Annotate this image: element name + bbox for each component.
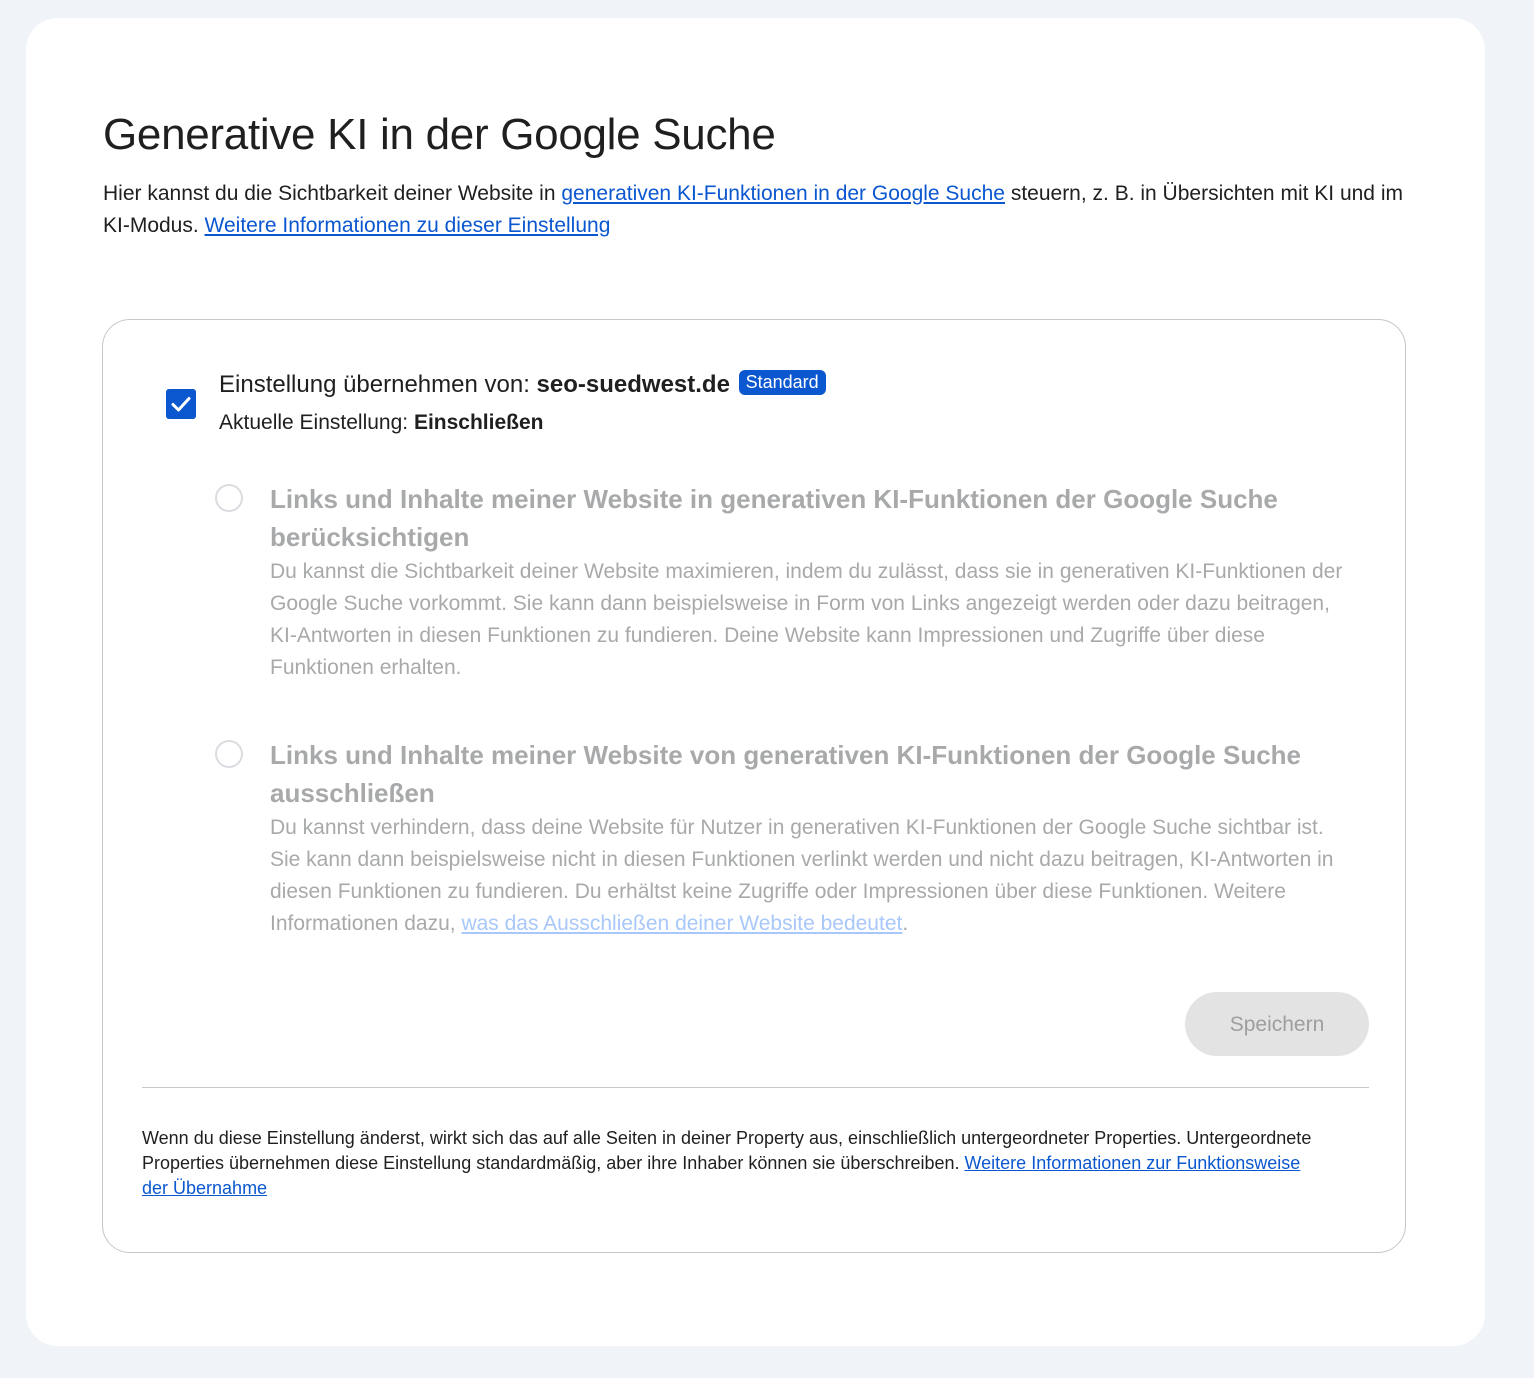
exclude-radio[interactable]: [215, 740, 243, 768]
include-option-title: Links und Inhalte meiner Website in gene…: [270, 484, 1278, 552]
footer-note: Wenn du diese Einstellung änderst, wirkt…: [142, 1126, 1322, 1201]
exclude-description-end: .: [902, 912, 909, 935]
save-button[interactable]: Speichern: [1185, 992, 1369, 1056]
inherit-setting-label: Einstellung übernehmen von: seo-suedwest…: [219, 368, 826, 402]
checkmark-icon: [171, 397, 191, 412]
current-setting: Aktuelle Einstellung: Einschließen: [219, 408, 544, 438]
intro-text-part-1: Hier kannst du die Sichtbarkeit deiner W…: [103, 182, 562, 205]
intro-text: Hier kannst du die Sichtbarkeit deiner W…: [103, 178, 1413, 242]
settings-page-card: Generative KI in der Google Suche Hier k…: [26, 18, 1485, 1346]
inherit-setting-checkbox[interactable]: [166, 389, 196, 419]
standard-badge: Standard: [738, 370, 826, 395]
option-include: Links und Inhalte meiner Website in gene…: [215, 480, 1345, 684]
more-info-setting-link[interactable]: Weitere Informationen zu dieser Einstell…: [205, 214, 611, 237]
page-title: Generative KI in der Google Suche: [103, 110, 776, 159]
exclude-meaning-link[interactable]: was das Ausschließen deiner Website bede…: [461, 912, 902, 935]
exclude-option-description: Du kannst verhindern, dass deine Website…: [270, 812, 1345, 940]
generative-ai-features-link[interactable]: generativen KI-Funktionen in der Google …: [561, 182, 1005, 205]
inherit-label-text: Einstellung übernehmen von:: [219, 371, 537, 398]
inherit-site-name: seo-suedwest.de: [536, 371, 730, 398]
current-setting-label: Aktuelle Einstellung:: [219, 411, 414, 434]
divider: [142, 1087, 1369, 1088]
current-setting-value: Einschließen: [413, 411, 544, 434]
include-option-description: Du kannst die Sichtbarkeit deiner Websit…: [270, 560, 1343, 679]
option-exclude: Links und Inhalte meiner Website von gen…: [215, 736, 1345, 940]
settings-card: Einstellung übernehmen von: seo-suedwest…: [102, 319, 1406, 1253]
include-radio[interactable]: [215, 484, 243, 512]
exclude-option-title: Links und Inhalte meiner Website von gen…: [270, 740, 1302, 808]
